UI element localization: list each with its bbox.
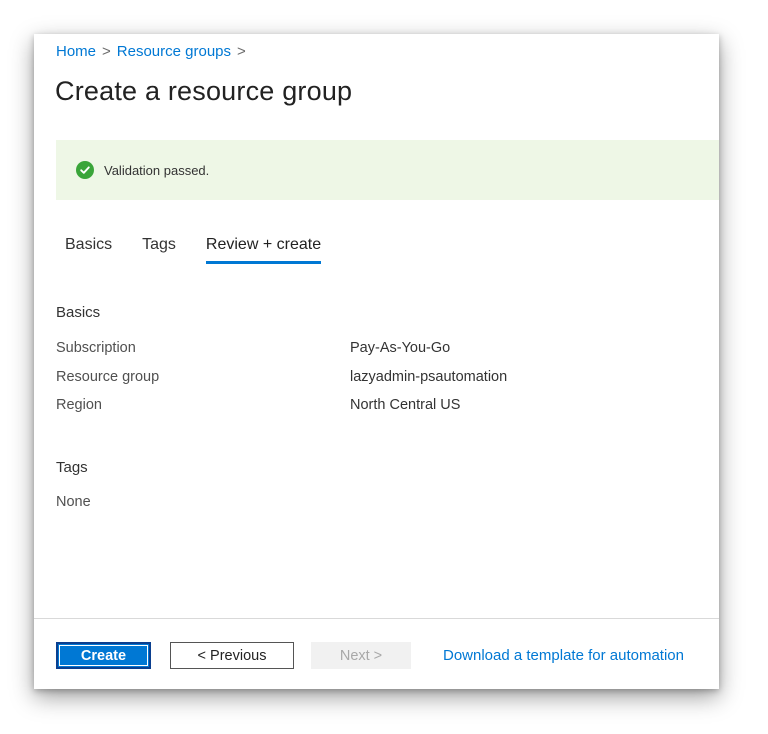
tab-strip: Basics Tags Review + create	[65, 236, 351, 264]
previous-button[interactable]: < Previous	[170, 642, 294, 669]
validation-message: Validation passed.	[104, 162, 210, 178]
resource-group-label: Resource group	[56, 369, 160, 385]
tags-section-heading: Tags	[56, 459, 88, 476]
create-button[interactable]: Create	[56, 642, 151, 669]
tab-basics[interactable]: Basics	[65, 236, 112, 264]
validation-banner: Validation passed.	[56, 140, 719, 200]
subscription-value: Pay-As-You-Go	[350, 340, 451, 356]
create-resource-group-panel: Home > Resource groups > Create a resour…	[34, 34, 719, 689]
basics-section-heading: Basics	[56, 304, 101, 321]
resource-group-value: lazyadmin-psautomation	[350, 369, 508, 385]
tags-value: None	[56, 494, 91, 510]
tab-tags[interactable]: Tags	[142, 236, 176, 264]
breadcrumb-separator: >	[237, 43, 246, 60]
region-value: North Central US	[350, 397, 461, 413]
footer-divider	[34, 618, 719, 619]
subscription-label: Subscription	[56, 340, 136, 356]
breadcrumb: Home > Resource groups >	[56, 43, 246, 60]
tab-review-create[interactable]: Review + create	[205, 236, 322, 264]
breadcrumb-home-link[interactable]: Home	[56, 43, 96, 60]
breadcrumb-resource-groups-link[interactable]: Resource groups	[117, 43, 231, 60]
region-label: Region	[56, 397, 102, 413]
download-template-link[interactable]: Download a template for automation	[443, 647, 684, 664]
page-title: Create a resource group	[55, 76, 353, 106]
breadcrumb-separator: >	[102, 43, 111, 60]
checkmark-circle-icon	[76, 161, 94, 179]
next-button[interactable]: Next >	[311, 642, 411, 669]
